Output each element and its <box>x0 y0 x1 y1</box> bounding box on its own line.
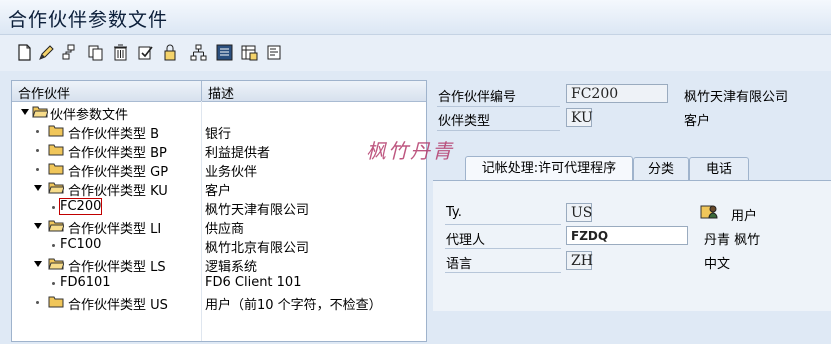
tree-node-label: 伙伴参数文件 <box>50 108 129 123</box>
tree-node-label: FC100 <box>60 237 102 252</box>
tree-node-type-ls[interactable]: 合作伙伴类型 LS 逻辑系统 <box>12 255 426 275</box>
tree-node-description: FD6 Client 101 <box>205 275 302 290</box>
leaf-bullet-icon <box>36 301 39 304</box>
check-icon[interactable] <box>137 44 154 61</box>
leaf-bullet-icon <box>52 282 55 285</box>
leaf-bullet-icon <box>36 149 39 152</box>
column-header-partner[interactable]: 合作伙伴 <box>18 83 70 102</box>
expand-toggle-icon[interactable] <box>34 223 42 229</box>
tree-node-description: 用户（前10 个字符，不检查） <box>205 298 382 313</box>
partner-type-label: 伙伴类型 <box>438 114 491 129</box>
tree-node-fc100[interactable]: FC100 枫竹北京有限公司 <box>12 236 426 256</box>
leaf-bullet-icon <box>52 244 55 247</box>
open-folder-icon <box>48 220 64 232</box>
tree-node-type-gp[interactable]: 合作伙伴类型 GP 业务伙伴 <box>12 160 426 180</box>
tree-node-description: 银行 <box>205 127 232 142</box>
agent-field[interactable]: FZDQ <box>566 226 688 245</box>
tree-node-label: 合作伙伴类型 BP <box>68 146 167 161</box>
tree-node-type-li[interactable]: 合作伙伴类型 LI 供应商 <box>12 217 426 237</box>
tree-node-type-bp[interactable]: 合作伙伴类型 BP 利益提供者 <box>12 141 426 161</box>
ty-label: Ty. <box>446 205 462 220</box>
folder-icon <box>48 125 64 137</box>
tree-node-label: FD6101 <box>60 275 111 290</box>
new-icon[interactable] <box>16 44 33 61</box>
open-folder-icon <box>48 182 64 194</box>
tree-node-label-selected[interactable]: FC200 <box>58 198 103 215</box>
field-underline <box>437 106 560 107</box>
tree-node-type-b[interactable]: 合作伙伴类型 B 银行 <box>12 122 426 142</box>
tree-node-fc200[interactable]: FC200 枫竹天津有限公司 <box>12 198 426 218</box>
title-bar: 合作伙伴参数文件 <box>0 0 831 35</box>
tree-node-description: 枫竹天津有限公司 <box>205 203 310 218</box>
field-underline <box>445 272 561 273</box>
language-label: 语言 <box>446 257 473 272</box>
tab-posting-agent[interactable]: 记帐处理:许可代理程序 <box>465 156 633 181</box>
partner-type-text: 客户 <box>684 114 711 129</box>
field-underline <box>445 248 561 249</box>
tab-classification[interactable]: 分类 <box>633 157 689 181</box>
expand-toggle-icon[interactable] <box>21 109 29 115</box>
open-folder-icon <box>48 258 64 270</box>
tree-node-description: 逻辑系统 <box>205 260 258 275</box>
toolbar <box>0 35 831 71</box>
detail-icon[interactable] <box>216 44 233 61</box>
tree-node-type-us[interactable]: 合作伙伴类型 US 用户（前10 个字符，不检查） <box>12 293 426 313</box>
org-icon[interactable] <box>190 44 207 61</box>
partner-name-text: 枫竹天津有限公司 <box>684 90 789 105</box>
tree-node-description: 业务伙伴 <box>205 165 258 180</box>
leaf-bullet-icon <box>52 206 55 209</box>
tree-node-label: 合作伙伴类型 B <box>68 127 160 142</box>
ty-field[interactable]: US <box>566 203 592 222</box>
tree-node-description: 枫竹北京有限公司 <box>205 241 310 256</box>
folder-icon <box>48 296 64 308</box>
tree-node-description: 客户 <box>205 184 232 199</box>
partner-tree: 合作伙伴 描述 伙伴参数文件 合作伙伴类型 B 银行 合作伙伴类型 BP 利益提… <box>11 80 427 342</box>
tree-node-label: 合作伙伴类型 KU <box>68 184 168 199</box>
edit-icon[interactable] <box>38 44 55 61</box>
column-separator[interactable] <box>201 81 202 101</box>
partner-type-field[interactable]: KU <box>566 108 593 127</box>
tab-telephone[interactable]: 电话 <box>689 157 749 181</box>
hierarchy-icon[interactable] <box>62 44 79 61</box>
open-folder-icon <box>32 106 48 118</box>
watermark-text: 枫竹丹青 <box>366 139 454 163</box>
lock-icon[interactable] <box>162 44 179 61</box>
partner-number-field[interactable]: FC200 <box>566 84 668 103</box>
leaf-bullet-icon <box>36 168 39 171</box>
tree-node-description: 供应商 <box>205 222 245 237</box>
tree-node-label: 合作伙伴类型 US <box>68 298 168 313</box>
tree-node-description: 利益提供者 <box>205 146 271 161</box>
tab-panel <box>433 180 831 311</box>
tree-node-fd6101[interactable]: FD6101 FD6 Client 101 <box>12 274 426 293</box>
tree-node-label: 合作伙伴类型 LS <box>68 260 166 275</box>
ty-text: 用户 <box>731 209 758 224</box>
user-icon[interactable] <box>700 203 718 220</box>
folder-icon <box>48 144 64 156</box>
agent-label: 代理人 <box>446 233 486 248</box>
tree-node-label: 合作伙伴类型 GP <box>68 165 169 180</box>
expand-toggle-icon[interactable] <box>34 261 42 267</box>
field-underline <box>445 224 561 225</box>
expand-toggle-icon[interactable] <box>34 185 42 191</box>
window-title: 合作伙伴参数文件 <box>8 9 169 31</box>
copy-icon[interactable] <box>87 44 104 61</box>
config-icon[interactable] <box>241 44 258 61</box>
leaf-bullet-icon <box>36 130 39 133</box>
tree-node-root[interactable]: 伙伴参数文件 <box>12 103 426 123</box>
language-text: 中文 <box>704 257 731 272</box>
print-icon[interactable] <box>266 44 283 61</box>
tree-node-label: 合作伙伴类型 LI <box>68 222 162 237</box>
tree-header: 合作伙伴 描述 <box>12 81 426 102</box>
agent-text: 丹青 枫竹 <box>704 233 761 248</box>
folder-icon <box>48 163 64 175</box>
tree-node-type-ku[interactable]: 合作伙伴类型 KU 客户 <box>12 179 426 199</box>
partner-number-label: 合作伙伴编号 <box>438 90 517 105</box>
language-field[interactable]: ZH <box>566 251 593 270</box>
column-header-description[interactable]: 描述 <box>208 83 234 102</box>
field-underline <box>437 130 560 131</box>
delete-icon[interactable] <box>112 44 129 61</box>
